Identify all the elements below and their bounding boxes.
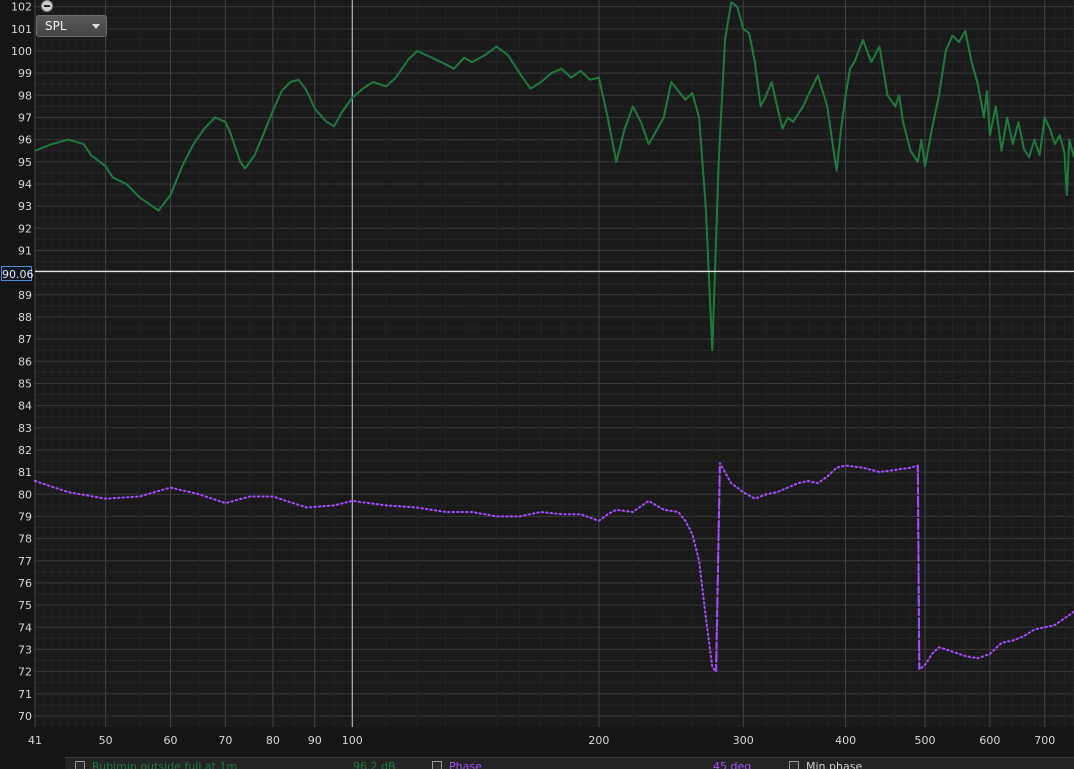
y-tick-label: 80 [18,488,32,501]
y-tick-label: 84 [18,400,32,413]
y-tick-label: 73 [18,643,32,656]
x-tick-label: 600 [979,734,1000,747]
y-tick-label: 93 [18,200,32,213]
y-tick-label: 102 [11,1,32,14]
x-tick-label: 80 [266,734,280,747]
y-tick-label: 78 [18,533,32,546]
y-tick-label: 99 [18,67,32,80]
y-tick-label: 97 [18,111,32,124]
legend-bar: Rubimin outside full at 1m 96.2 dB Phase… [65,757,1074,769]
x-tick-label: 500 [915,734,936,747]
y-tick-label: 79 [18,510,32,523]
y-tick-label: 70 [18,710,32,723]
y-tick-label: 75 [18,599,32,612]
y-tick-label: 74 [18,621,32,634]
x-tick-label: 100 [342,734,363,747]
y-tick-label: 85 [18,377,32,390]
cursor-value-box[interactable]: 90.06 [1,266,34,281]
y-tick-label: 92 [18,222,32,235]
y-tick-label: 96 [18,134,32,147]
y-tick-label: 89 [18,289,32,302]
y-tick-label: 83 [18,422,32,435]
y-tick-label: 94 [18,178,32,191]
x-tick-label: 60 [163,734,177,747]
x-tick-label: 700 [1034,734,1055,747]
chevron-down-icon [92,24,100,29]
y-tick-label: 82 [18,444,32,457]
x-tick-label: 50 [99,734,113,747]
x-tick-label: 300 [733,734,754,747]
collapse-icon[interactable] [41,0,53,12]
x-tick-label: 41 [28,734,42,747]
y-tick-label: 87 [18,333,32,346]
view-select-label: SPL [45,19,67,33]
y-tick-label: 98 [18,89,32,102]
y-tick-label: 72 [18,666,32,679]
x-tick-label: 400 [835,734,856,747]
x-tick-label: 70 [218,734,232,747]
y-tick-label: 86 [18,355,32,368]
y-tick-label: 76 [18,577,32,590]
frequency-response-plot[interactable]: 70 71 72 73 74 75 76 77 78 79 80 81 82 83 84 85 86 87 88 89… [0,0,1074,768]
y-tick-label: 77 [18,555,32,568]
x-tick-label: 200 [588,734,609,747]
y-tick-label: 101 [11,23,32,36]
y-tick-label: 71 [18,688,32,701]
x-tick-label: 90 [308,734,322,747]
y-tick-label: 81 [18,466,32,479]
y-tick-label: 95 [18,156,32,169]
y-tick-label: 100 [11,45,32,58]
y-tick-label: 88 [18,311,32,324]
view-select-dropdown[interactable]: SPL [36,15,107,37]
y-tick-label: 91 [18,244,32,257]
